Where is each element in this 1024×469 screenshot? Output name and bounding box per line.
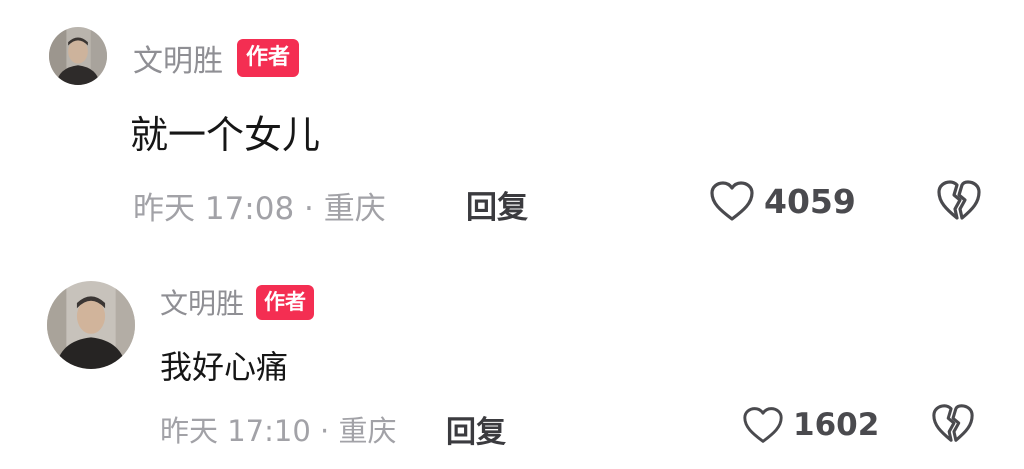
author-name[interactable]: 文明胜 (133, 36, 223, 80)
comment-meta: 昨天 17:08 · 重庆 (133, 191, 386, 227)
like-count: 1602 (793, 407, 880, 443)
like-button[interactable]: 1602 (741, 403, 879, 447)
avatar-photo-icon (47, 281, 135, 369)
author-name[interactable]: 文明胜 (160, 282, 244, 322)
like-button[interactable]: 4059 (708, 178, 856, 224)
heart-outline-icon (708, 179, 756, 223)
reply-button[interactable]: 回复 (446, 407, 506, 451)
author-avatar[interactable] (47, 281, 135, 369)
like-count: 4059 (764, 181, 856, 221)
comment-list: 文明胜 作者 就一个女儿 昨天 17:08 · 重庆 回复 4059 文明胜 作… (0, 0, 1024, 469)
author-row: 文明胜 作者 (160, 282, 315, 322)
comment-meta: 昨天 17:10 · 重庆 (160, 414, 397, 448)
reply-button[interactable]: 回复 (466, 182, 528, 227)
comment-text: 我好心痛 (160, 348, 289, 386)
broken-heart-icon (935, 178, 983, 224)
avatar-photo-icon (49, 27, 107, 85)
author-badge: 作者 (237, 39, 300, 77)
comment-text: 就一个女儿 (130, 113, 321, 157)
author-badge: 作者 (256, 284, 315, 320)
heart-outline-icon (741, 405, 785, 445)
author-avatar[interactable] (49, 27, 107, 85)
author-row: 文明胜 作者 (133, 36, 300, 80)
dislike-button[interactable] (930, 402, 976, 446)
dislike-button[interactable] (935, 178, 983, 224)
broken-heart-icon (930, 402, 976, 446)
